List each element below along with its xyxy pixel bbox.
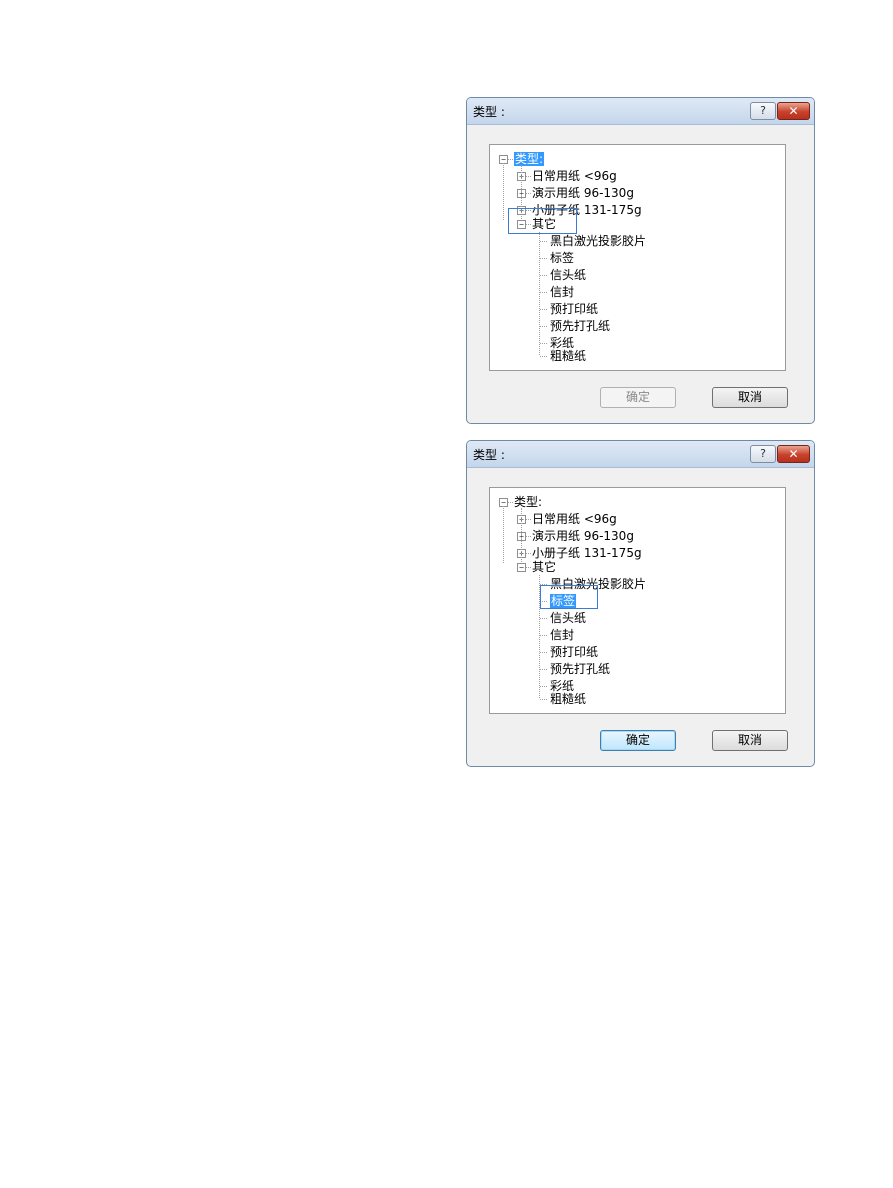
tree-node-label: 类型:	[514, 152, 545, 166]
tree-node-root[interactable]: 类型:	[514, 494, 542, 510]
tree-node-paper[interactable]: 预先打孔纸	[550, 661, 610, 677]
dialog-titlebar: 类型 : ? ✕	[467, 98, 814, 125]
help-button[interactable]: ?	[750, 102, 776, 120]
focus-rectangle	[508, 208, 577, 234]
tree-node-paper[interactable]: 预先打孔纸	[550, 318, 610, 334]
paper-type-tree[interactable]: − 类型: + 日常用纸 <96g + 演示用纸 96-130g + 小册子纸 …	[489, 144, 786, 371]
close-button[interactable]: ✕	[777, 102, 810, 120]
tree-node-category[interactable]: 日常用纸 <96g	[532, 511, 617, 527]
tree-node-category[interactable]: 演示用纸 96-130g	[532, 185, 634, 201]
tree-node-paper[interactable]: 粗糙纸	[550, 691, 586, 707]
help-button[interactable]: ?	[750, 445, 776, 463]
tree-node-category[interactable]: 日常用纸 <96g	[532, 168, 617, 184]
dialog-title: 类型 :	[473, 105, 505, 119]
focus-rectangle	[540, 585, 598, 609]
tree-node-paper[interactable]: 信头纸	[550, 267, 586, 283]
ok-button[interactable]: 确定	[600, 387, 676, 408]
tree-node-paper[interactable]: 信封	[550, 627, 574, 643]
tree-node-paper[interactable]: 信头纸	[550, 610, 586, 626]
close-button[interactable]: ✕	[777, 445, 810, 463]
cancel-button[interactable]: 取消	[712, 387, 788, 408]
paper-type-dialog-1: 类型 : ? ✕ − 类型: + 日常用纸 <96g + 演示用纸 96-130…	[466, 97, 815, 424]
paper-type-dialog-2: 类型 : ? ✕ − 类型: + 日常用纸 <96g + 演示用纸 96-130…	[466, 440, 815, 767]
dialog-titlebar: 类型 : ? ✕	[467, 441, 814, 468]
tree-node-other[interactable]: 其它	[532, 559, 556, 575]
paper-type-tree[interactable]: − 类型: + 日常用纸 <96g + 演示用纸 96-130g + 小册子纸 …	[489, 487, 786, 714]
tree-node-category[interactable]: 演示用纸 96-130g	[532, 528, 634, 544]
tree-node-paper[interactable]: 预打印纸	[550, 644, 598, 660]
tree-node-paper[interactable]: 标签	[550, 250, 574, 266]
tree-node-paper[interactable]: 黑白激光投影胶片	[550, 233, 646, 249]
tree-node-paper[interactable]: 预打印纸	[550, 301, 598, 317]
ok-button[interactable]: 确定	[600, 730, 676, 751]
tree-node-root[interactable]: 类型:	[514, 151, 545, 167]
collapse-icon[interactable]: −	[517, 563, 526, 572]
cancel-button[interactable]: 取消	[712, 730, 788, 751]
dialog-title: 类型 :	[473, 448, 505, 462]
tree-node-paper[interactable]: 信封	[550, 284, 574, 300]
tree-node-paper[interactable]: 粗糙纸	[550, 348, 586, 364]
